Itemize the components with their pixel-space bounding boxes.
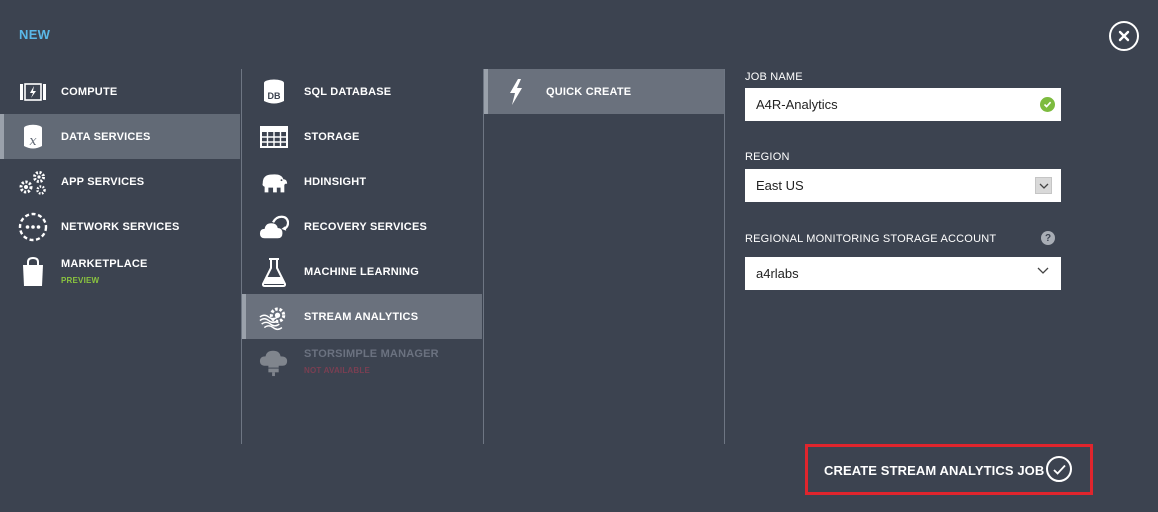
service-hdinsight[interactable]: HDINSIGHT: [242, 159, 482, 204]
storsimple-icon: [259, 347, 289, 377]
app-services-icon: [18, 167, 48, 197]
page-title: NEW: [19, 27, 51, 42]
category-label: APP SERVICES: [61, 175, 145, 188]
job-name-value: A4R-Analytics: [756, 97, 838, 112]
help-icon[interactable]: ?: [1041, 231, 1055, 245]
create-job-button[interactable]: [1046, 456, 1072, 482]
quick-create-item[interactable]: QUICK CREATE: [484, 69, 724, 114]
checkmark-icon: [1052, 464, 1066, 475]
job-name-input[interactable]: A4R-Analytics: [745, 88, 1061, 121]
service-storage[interactable]: STORAGE: [242, 114, 482, 159]
network-services-icon: [18, 212, 48, 242]
service-label: STORSIMPLE MANAGER: [304, 348, 439, 360]
category-data-services[interactable]: x DATA SERVICES: [0, 114, 240, 159]
lightning-icon: [501, 77, 531, 107]
compute-icon: [18, 77, 48, 107]
create-job-label[interactable]: CREATE STREAM ANALYTICS JOB: [824, 463, 1044, 478]
not-available-badge: NOT AVAILABLE: [304, 366, 371, 375]
action-list: QUICK CREATE: [483, 69, 725, 444]
service-label: SQL DATABASE: [304, 85, 392, 98]
selection-indicator: [242, 294, 246, 339]
close-button[interactable]: [1109, 21, 1139, 51]
category-label: MARKETPLACE: [61, 258, 148, 270]
category-list: COMPUTE x DATA SERVICES APP SERVICES NET…: [0, 69, 240, 294]
machine-learning-icon: [259, 257, 289, 287]
service-label: RECOVERY SERVICES: [304, 220, 428, 233]
service-label: STREAM ANALYTICS: [304, 310, 419, 323]
recovery-services-icon: [259, 212, 289, 242]
job-name-label: JOB NAME: [745, 71, 803, 83]
category-label: DATA SERVICES: [61, 130, 151, 143]
service-list: DB SQL DATABASE STORAGE HDINSIGHT RECOVE…: [241, 69, 482, 444]
close-icon: [1118, 30, 1130, 42]
selection-indicator: [0, 114, 4, 159]
region-select[interactable]: East US: [745, 169, 1061, 202]
storage-account-select[interactable]: a4rlabs: [745, 257, 1061, 290]
storage-account-label: REGIONAL MONITORING STORAGE ACCOUNT: [745, 233, 997, 245]
category-app-services[interactable]: APP SERVICES: [0, 159, 240, 204]
quick-create-label: QUICK CREATE: [546, 85, 632, 98]
selection-indicator: [484, 69, 488, 114]
svg-text:DB: DB: [268, 91, 281, 101]
category-label: COMPUTE: [61, 85, 118, 98]
sql-database-icon: DB: [259, 77, 289, 107]
storage-account-value: a4rlabs: [756, 266, 799, 281]
valid-check-icon: [1040, 97, 1055, 112]
region-label: REGION: [745, 151, 790, 163]
svg-text:x: x: [29, 134, 37, 149]
service-recovery-services[interactable]: RECOVERY SERVICES: [242, 204, 482, 249]
chevron-down-icon: [1035, 177, 1052, 194]
data-services-icon: x: [18, 122, 48, 152]
service-label: MACHINE LEARNING: [304, 265, 420, 278]
service-machine-learning[interactable]: MACHINE LEARNING: [242, 249, 482, 294]
category-network-services[interactable]: NETWORK SERVICES: [0, 204, 240, 249]
service-label: STORAGE: [304, 130, 360, 143]
service-label: HDINSIGHT: [304, 175, 367, 188]
hdinsight-icon: [259, 167, 289, 197]
stream-analytics-icon: [259, 302, 289, 332]
storage-icon: [259, 122, 289, 152]
category-compute[interactable]: COMPUTE: [0, 69, 240, 114]
region-value: East US: [756, 178, 804, 193]
service-sql-database[interactable]: DB SQL DATABASE: [242, 69, 482, 114]
preview-badge: PREVIEW: [61, 276, 100, 285]
category-marketplace[interactable]: MARKETPLACE PREVIEW: [0, 249, 240, 294]
chevron-down-icon: [1037, 267, 1049, 274]
marketplace-icon: [18, 256, 48, 287]
category-label: NETWORK SERVICES: [61, 220, 180, 233]
service-stream-analytics[interactable]: STREAM ANALYTICS: [242, 294, 482, 339]
service-storsimple-manager: STORSIMPLE MANAGER NOT AVAILABLE: [242, 339, 482, 384]
